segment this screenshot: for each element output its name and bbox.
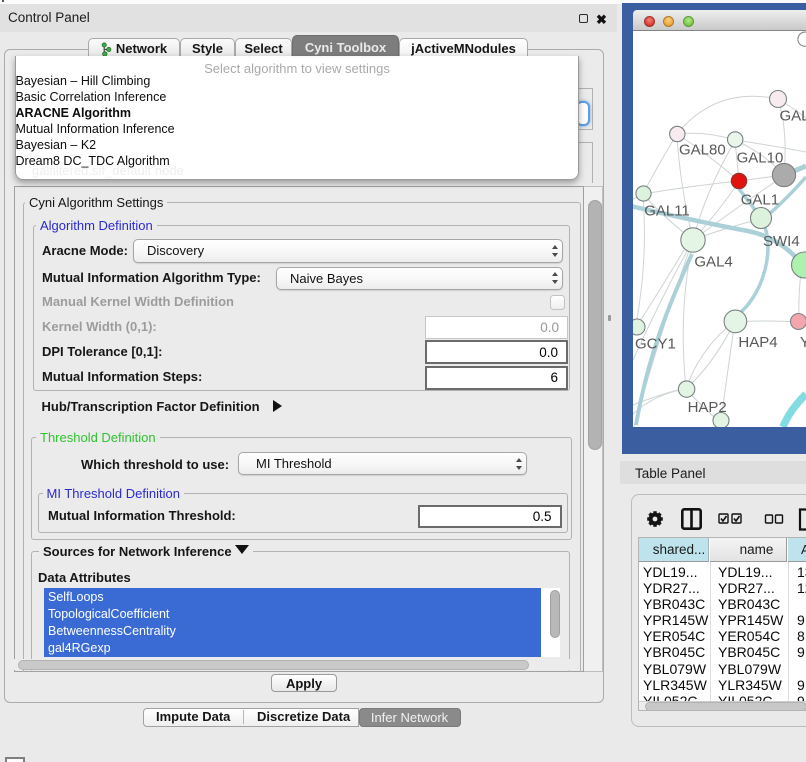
svg-text:GAL2: GAL2 (780, 108, 806, 125)
svg-text:GAL1: GAL1 (741, 192, 779, 209)
svg-text:GAL80: GAL80 (679, 142, 726, 159)
svg-text:HAP2: HAP2 (688, 399, 727, 416)
svg-text:YD: YD (800, 334, 806, 351)
svg-text:SWI4: SWI4 (763, 233, 800, 250)
svg-text:GAL10: GAL10 (737, 150, 784, 167)
svg-text:HAP4: HAP4 (738, 334, 777, 351)
svg-text:GCY1: GCY1 (635, 336, 676, 353)
svg-text:GAL4: GAL4 (694, 254, 732, 271)
svg-text:GAL11: GAL11 (644, 203, 690, 220)
